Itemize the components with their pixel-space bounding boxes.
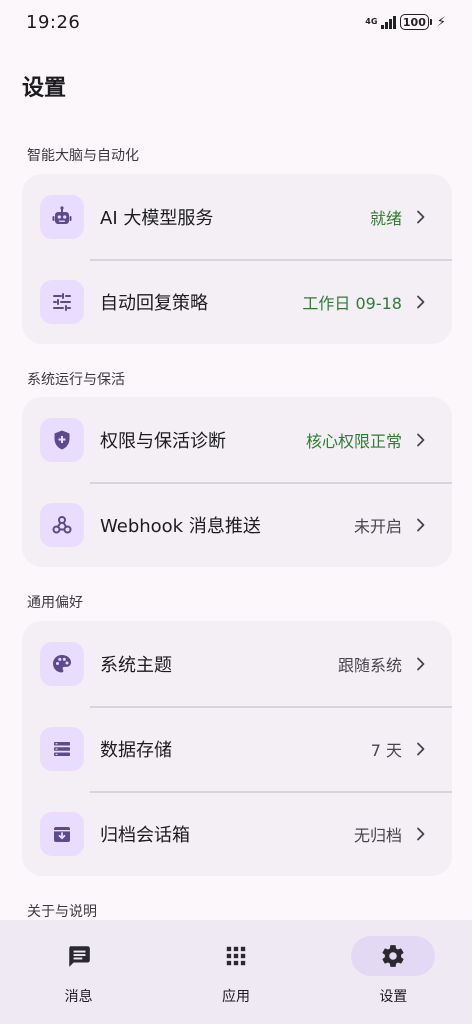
charging-icon: ⚡ bbox=[436, 14, 446, 30]
row-title: AI 大模型服务 bbox=[100, 207, 214, 229]
row-status-value: 核心权限正常 bbox=[305, 431, 402, 451]
settings-card-preferences: 系统主题 跟随系统 数据存储 7 天 归档会话箱 无归档 bbox=[22, 621, 452, 876]
status-bar: 19:26 4G 100 ⚡ bbox=[0, 0, 472, 44]
settings-row-webhook[interactable]: Webhook 消息推送 未开启 bbox=[22, 482, 452, 567]
status-indicators: 4G 100 ⚡ bbox=[365, 14, 446, 30]
nav-label: 消息 bbox=[64, 989, 93, 1005]
row-title: 归档会话箱 bbox=[100, 824, 190, 846]
row-status-value: 无归档 bbox=[353, 825, 402, 845]
row-status-value: 工作日 09-18 bbox=[302, 293, 402, 313]
section-label-about: 关于与说明 bbox=[27, 904, 97, 920]
nav-settings[interactable]: 设置 bbox=[315, 920, 472, 1024]
network-type: 4G bbox=[365, 17, 378, 26]
battery-level: 100 bbox=[402, 15, 426, 29]
row-status-value: 跟随系统 bbox=[337, 655, 402, 675]
settings-row-storage[interactable]: 数据存储 7 天 bbox=[22, 706, 452, 791]
settings-row-permissions[interactable]: 权限与保活诊断 核心权限正常 bbox=[22, 397, 452, 482]
row-status-value: 就绪 bbox=[369, 208, 402, 228]
message-icon bbox=[68, 946, 90, 967]
chevron-right-icon bbox=[417, 827, 425, 840]
row-title: 系统主题 bbox=[100, 654, 172, 676]
webhook-icon bbox=[40, 502, 84, 547]
nav-pill-active bbox=[351, 936, 436, 976]
shield-plus-icon bbox=[40, 417, 84, 462]
nav-label: 应用 bbox=[221, 989, 250, 1005]
bottom-navigation: 消息 应用 设置 bbox=[0, 920, 472, 1024]
section-label-ai: 智能大脑与自动化 bbox=[27, 148, 139, 164]
nav-apps[interactable]: 应用 bbox=[157, 920, 314, 1024]
chevron-right-icon bbox=[417, 742, 425, 755]
row-title: 自动回复策略 bbox=[100, 292, 208, 314]
apps-grid-icon bbox=[226, 946, 246, 966]
nav-label: 设置 bbox=[379, 989, 408, 1005]
section-label-system: 系统运行与保活 bbox=[27, 372, 125, 388]
sliders-icon bbox=[40, 279, 84, 324]
robot-icon bbox=[40, 194, 84, 239]
page-title: 设置 bbox=[22, 76, 67, 101]
row-title: Webhook 消息推送 bbox=[100, 515, 261, 537]
nav-pill bbox=[37, 936, 121, 976]
settings-row-auto-reply[interactable]: 自动回复策略 工作日 09-18 bbox=[22, 259, 452, 344]
section-label-preferences: 通用偏好 bbox=[27, 595, 83, 611]
settings-row-theme[interactable]: 系统主题 跟随系统 bbox=[22, 621, 452, 706]
status-time: 19:26 bbox=[26, 11, 81, 33]
nav-messages[interactable]: 消息 bbox=[0, 920, 157, 1024]
chevron-right-icon bbox=[417, 433, 425, 446]
chevron-right-icon bbox=[417, 210, 425, 223]
battery-icon: 100 bbox=[399, 14, 432, 30]
settings-row-archive[interactable]: 归档会话箱 无归档 bbox=[22, 791, 452, 876]
palette-icon bbox=[40, 641, 84, 686]
gear-icon bbox=[382, 945, 404, 967]
chevron-right-icon bbox=[417, 518, 425, 531]
row-title: 数据存储 bbox=[100, 739, 172, 761]
archive-icon bbox=[40, 811, 84, 856]
chevron-right-icon bbox=[417, 657, 425, 670]
chevron-right-icon bbox=[417, 295, 425, 308]
row-title: 权限与保活诊断 bbox=[100, 430, 226, 452]
storage-icon bbox=[40, 726, 84, 771]
settings-card-system: 权限与保活诊断 核心权限正常 Webhook 消息推送 未开启 bbox=[22, 397, 452, 567]
row-status-value: 7 天 bbox=[370, 740, 402, 760]
signal-strength-icon bbox=[381, 15, 396, 29]
nav-pill bbox=[194, 936, 278, 976]
settings-row-ai-model[interactable]: AI 大模型服务 就绪 bbox=[22, 174, 452, 259]
row-status-value: 未开启 bbox=[353, 516, 402, 536]
settings-card-ai: AI 大模型服务 就绪 自动回复策略 工作日 09-18 bbox=[22, 174, 452, 344]
